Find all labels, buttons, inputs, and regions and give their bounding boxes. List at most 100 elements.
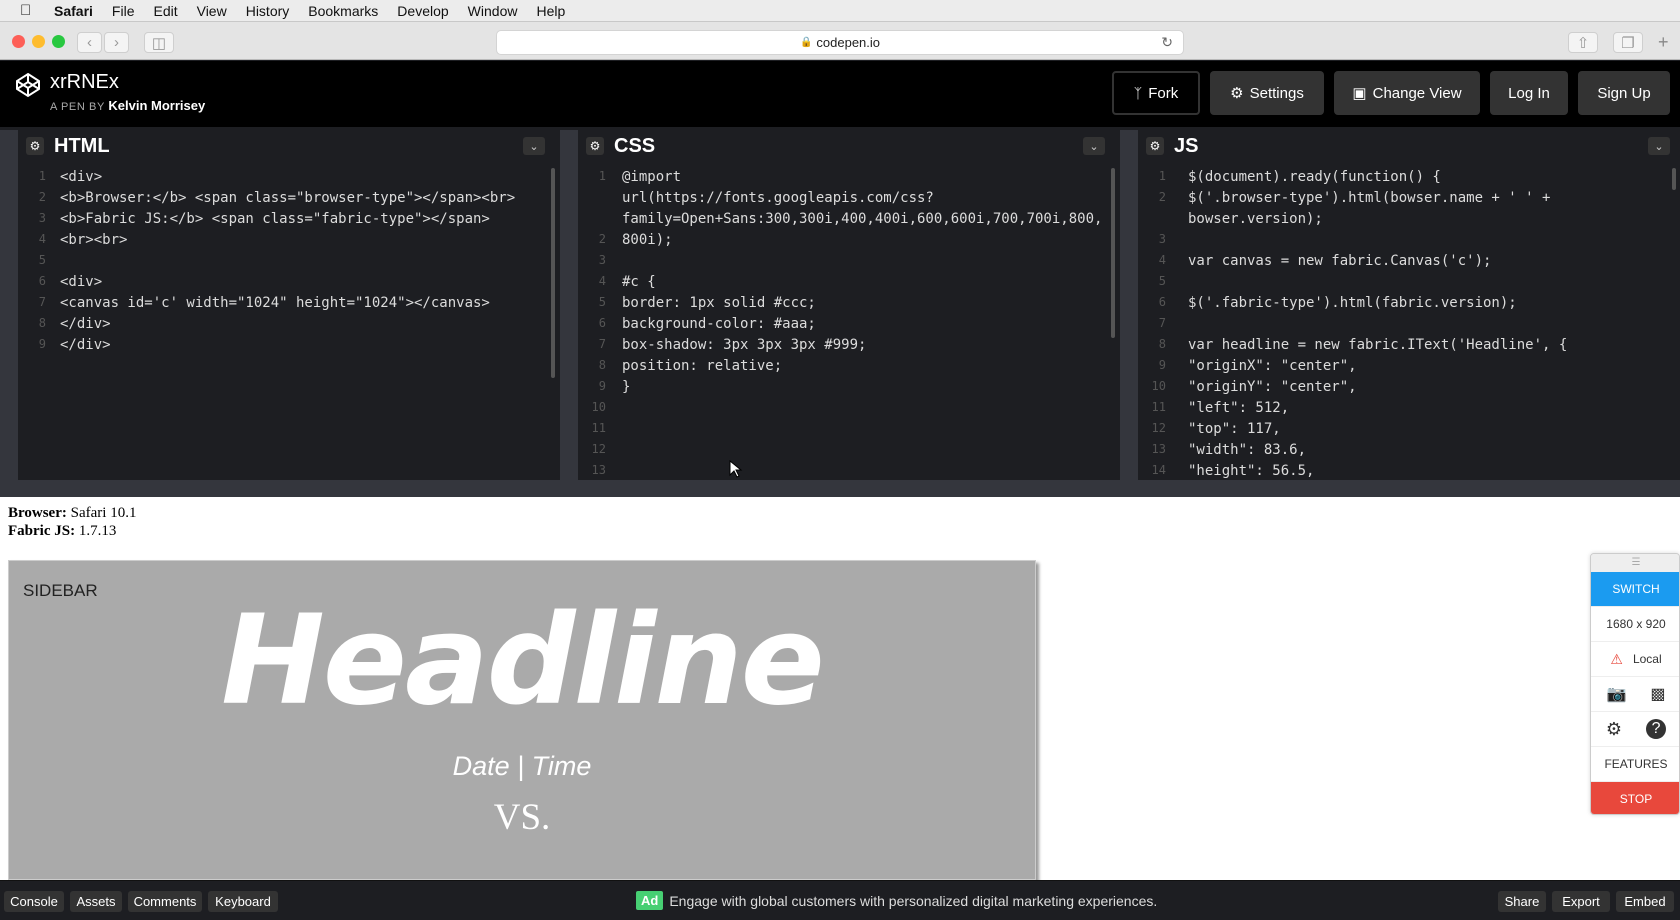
menu-history[interactable]: History	[246, 3, 290, 19]
new-tab-icon[interactable]: +	[1658, 32, 1669, 53]
change-view-button[interactable]: ▣ Change View	[1334, 71, 1480, 115]
html-code-editor[interactable]: 1 <div> 2 <b>Browser:</b> <span class="bro…	[22, 163, 555, 480]
js-code-text: "originY": "center",	[1188, 379, 1357, 395]
js-scrollbar[interactable]	[1672, 168, 1676, 190]
menu-bookmarks[interactable]: Bookmarks	[308, 3, 378, 19]
css-code-editor[interactable]: 1 @import url(https://fonts.googleapis.com…	[582, 163, 1115, 480]
screens-icon[interactable]: ▩	[1650, 684, 1665, 704]
css-line-number: 3	[598, 253, 606, 267]
export-button[interactable]: Export	[1552, 891, 1610, 912]
reload-icon[interactable]: ↻	[1161, 34, 1173, 51]
html-code-text: <div>	[60, 274, 103, 290]
css-code-text: }	[622, 379, 631, 395]
js-code-editor[interactable]: 1 $(document).ready(function() {2 $('.bro…	[1142, 163, 1680, 480]
menu-edit[interactable]: Edit	[153, 3, 177, 19]
css-collapse-chevron-icon[interactable]: ⌄	[1083, 137, 1105, 155]
css-code-text: url(https://fonts.googleapis.com/css?	[622, 190, 934, 206]
js-settings-gear-icon[interactable]: ⚙	[1146, 137, 1164, 155]
settings-gear-icon[interactable]: ⚙	[1606, 719, 1622, 740]
js-line-number: 4	[1158, 253, 1166, 267]
html-settings-gear-icon[interactable]: ⚙	[26, 137, 44, 155]
switch-button[interactable]: SWITCH	[1591, 572, 1679, 607]
js-code-text: var headline = new fabric.IText('Headlin…	[1188, 337, 1568, 353]
apple-icon[interactable]: 	[20, 2, 40, 19]
console-button[interactable]: Console	[4, 891, 64, 912]
close-window-icon[interactable]	[12, 35, 25, 48]
pen-author-line: A PEN BY Kelvin Morrisey	[50, 98, 205, 113]
forward-icon[interactable]: ›	[104, 32, 129, 53]
js-code-line: 5	[1142, 274, 1680, 295]
html-code-line: 1 <div>	[22, 169, 555, 190]
menu-safari[interactable]: Safari	[54, 3, 93, 19]
codepen-header: xrRNEx A PEN BY Kelvin Morrisey ᛉ Fork ⚙…	[0, 61, 1680, 127]
js-collapse-chevron-icon[interactable]: ⌄	[1648, 137, 1670, 155]
canvas-datetime-text[interactable]: Date | Time	[9, 751, 1035, 782]
css-code-text: @import	[622, 169, 682, 185]
footer-ad[interactable]: Ad Engage with global customers with per…	[636, 891, 1157, 910]
widget-icon-row-1: 📷 ▩	[1591, 677, 1679, 712]
css-code-line: 2 800i);	[582, 232, 1115, 253]
js-code-text: "originX": "center",	[1188, 358, 1357, 374]
resize-handle-html-css[interactable]	[560, 130, 578, 480]
css-scrollbar[interactable]	[1111, 168, 1115, 338]
css-settings-gear-icon[interactable]: ⚙	[586, 137, 604, 155]
html-code-line: 2 <b>Browser:</b> <span class="browser-t…	[22, 190, 555, 211]
canvas-vs-text[interactable]: VS.	[9, 796, 1035, 839]
html-collapse-chevron-icon[interactable]: ⌄	[523, 137, 545, 155]
pen-title[interactable]: xrRNEx	[50, 71, 119, 94]
settings-button[interactable]: ⚙ Settings	[1210, 71, 1324, 115]
html-scrollbar[interactable]	[551, 168, 555, 378]
html-code-line: 5	[22, 253, 555, 274]
resize-handle-css-js[interactable]	[1120, 130, 1138, 480]
canvas-headline-text[interactable]: Headline	[9, 589, 1035, 733]
css-line-number: 7	[598, 337, 606, 351]
html-editor-pane: ⚙ HTML ⌄ 1 <div> 2 <b>Browser:</b> <span c…	[22, 130, 555, 480]
pen-author[interactable]: Kelvin Morrisey	[108, 98, 205, 113]
signup-button[interactable]: Sign Up	[1578, 71, 1670, 115]
tabs-overview-icon[interactable]: ❐	[1613, 32, 1643, 53]
stop-button[interactable]: STOP	[1591, 782, 1679, 814]
js-line-number: 9	[1158, 358, 1166, 372]
resize-handle-left[interactable]	[0, 130, 18, 480]
css-code-line: 3	[582, 253, 1115, 274]
menu-view[interactable]: View	[197, 3, 227, 19]
js-code-line: 1 $(document).ready(function() {	[1142, 169, 1680, 190]
features-button[interactable]: FEATURES	[1591, 747, 1679, 782]
js-code-text: var canvas = new fabric.Canvas('c');	[1188, 253, 1492, 269]
local-button[interactable]: ⚠ Local	[1591, 642, 1679, 677]
js-line-number: 12	[1151, 421, 1166, 435]
html-code-text: <canvas id='c' width="1024" height="1024…	[60, 295, 490, 311]
fabric-canvas[interactable]: SIDEBAR Headline Date | Time VS.	[8, 560, 1036, 880]
codepen-logo-icon[interactable]	[14, 71, 42, 99]
html-line-number: 8	[38, 316, 46, 330]
js-code-text: "height": 56.5,	[1188, 463, 1315, 479]
menu-help[interactable]: Help	[536, 3, 565, 19]
embed-button[interactable]: Embed	[1616, 891, 1674, 912]
share-button[interactable]: Share	[1498, 891, 1546, 912]
editor-preview-resize-bar[interactable]	[0, 480, 1680, 497]
widget-drag-handle-icon[interactable]: ☰	[1591, 554, 1679, 572]
menu-window[interactable]: Window	[468, 3, 518, 19]
help-icon[interactable]: ?	[1646, 719, 1667, 739]
keyboard-button[interactable]: Keyboard	[208, 891, 278, 912]
fork-button[interactable]: ᛉ Fork	[1112, 71, 1200, 115]
browser-label: Browser:	[8, 505, 67, 521]
camera-icon[interactable]: 📷	[1606, 684, 1626, 704]
js-line-number: 8	[1158, 337, 1166, 351]
js-code-line: 10 "originY": "center",	[1142, 379, 1680, 400]
address-bar[interactable]: 🔒 codepen.io ↻	[496, 30, 1184, 55]
login-button[interactable]: Log In	[1490, 71, 1568, 115]
css-code-line: 12	[582, 442, 1115, 463]
menu-file[interactable]: File	[112, 3, 135, 19]
menu-develop[interactable]: Develop	[397, 3, 448, 19]
sidebar-toggle-icon[interactable]: ◫	[144, 32, 174, 53]
html-code-line: 9 </div>	[22, 337, 555, 358]
comments-button[interactable]: Comments	[128, 891, 202, 912]
back-icon[interactable]: ‹	[77, 32, 102, 53]
share-icon[interactable]: ⇧	[1568, 32, 1598, 53]
zoom-window-icon[interactable]	[52, 35, 65, 48]
assets-button[interactable]: Assets	[70, 891, 122, 912]
minimize-window-icon[interactable]	[32, 35, 45, 48]
local-label: Local	[1632, 652, 1662, 666]
js-code-line: 12 "top": 117,	[1142, 421, 1680, 442]
